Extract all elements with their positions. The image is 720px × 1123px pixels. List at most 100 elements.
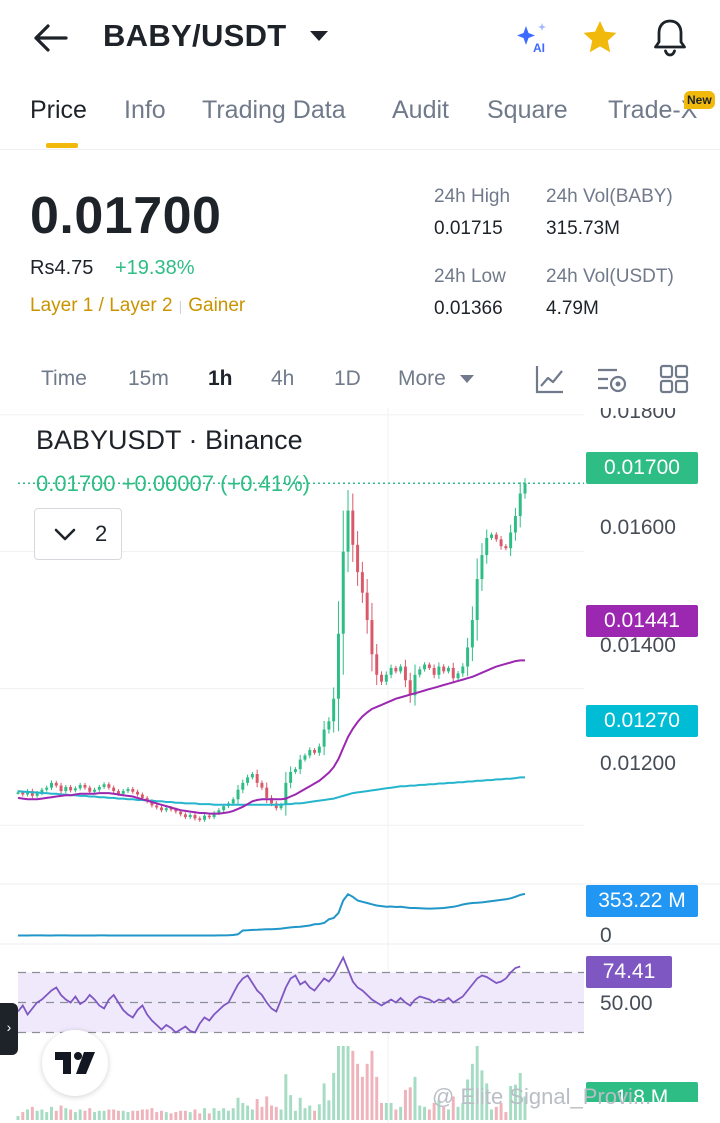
more-caret-icon[interactable] xyxy=(458,371,476,387)
candle-body xyxy=(523,483,527,494)
volume-bar xyxy=(270,1105,273,1120)
interval-1h[interactable]: 1h xyxy=(208,367,233,391)
new-badge: New xyxy=(684,91,715,109)
candle-body xyxy=(317,746,321,753)
volume-bar xyxy=(116,1110,120,1120)
bell-icon[interactable] xyxy=(650,16,690,58)
candle-body xyxy=(207,815,211,818)
volume-bar xyxy=(317,1104,321,1120)
candle-body xyxy=(365,592,369,621)
interval-4h[interactable]: 4h xyxy=(271,367,294,391)
candle-body xyxy=(88,787,92,792)
candle-body xyxy=(446,667,450,672)
tab-info[interactable]: Info xyxy=(124,96,166,125)
candle-body xyxy=(389,667,393,675)
volume-bar xyxy=(327,1100,331,1120)
volume-bar xyxy=(332,1072,336,1120)
volume-bar xyxy=(164,1112,168,1120)
ma-fast-tag: 0.01441 xyxy=(586,605,698,637)
chevron-down-icon xyxy=(54,528,76,541)
category-tags: Layer 1 / Layer 2 | Gainer xyxy=(30,295,245,317)
candle-body xyxy=(403,666,407,681)
candle-body xyxy=(102,784,106,787)
chart-settings-icon[interactable] xyxy=(595,362,629,396)
rsi-mid-label: 50.00 xyxy=(600,992,653,1015)
tag-layer[interactable]: Layer 1 / Layer 2 xyxy=(30,295,173,316)
volume-bar xyxy=(380,1102,383,1120)
volume-zero-label: 0 xyxy=(600,924,612,947)
candle-body xyxy=(432,667,436,675)
interval-more[interactable]: More xyxy=(398,367,446,391)
low-value: 0.01366 xyxy=(434,298,503,319)
interval-bar: Time 15m 1h 4h 1D More xyxy=(0,355,720,405)
tab-price[interactable]: Price xyxy=(30,96,87,125)
volume-bar xyxy=(504,1112,508,1120)
volume-bar xyxy=(365,1063,369,1120)
tab-trading-data[interactable]: Trading Data xyxy=(202,96,346,125)
volume-bar xyxy=(217,1110,221,1120)
candle-body xyxy=(112,787,116,792)
high-value: 0.01715 xyxy=(434,218,503,239)
last-price: 0.01700 xyxy=(30,187,222,245)
interval-15m[interactable]: 15m xyxy=(128,367,169,391)
volume-bar xyxy=(250,1109,254,1120)
volume-bar xyxy=(246,1105,250,1120)
tag-gainer[interactable]: Gainer xyxy=(188,295,245,316)
volume-bar xyxy=(40,1109,44,1120)
candle-body xyxy=(442,666,446,672)
volume-bar xyxy=(313,1110,317,1120)
volume-bar xyxy=(78,1109,82,1120)
volume-bar xyxy=(26,1109,30,1120)
candle-body xyxy=(513,516,517,533)
tab-square[interactable]: Square xyxy=(487,96,568,125)
pair-title[interactable]: BABY/USDT xyxy=(103,18,287,54)
caret-down-icon[interactable] xyxy=(308,26,330,46)
volume-bar xyxy=(231,1108,235,1120)
volume-bar xyxy=(389,1102,393,1120)
volume-bar xyxy=(140,1109,144,1120)
layout-grid-icon[interactable] xyxy=(657,362,691,396)
candle-body xyxy=(121,791,125,794)
volume-bar xyxy=(298,1097,302,1120)
interval-1d[interactable]: 1D xyxy=(334,367,361,391)
volume-bar xyxy=(30,1106,34,1120)
candle-body xyxy=(308,750,312,756)
side-drawer-handle[interactable]: › xyxy=(0,1003,18,1055)
volume-bar xyxy=(308,1105,312,1120)
candle-body xyxy=(16,792,20,794)
chart-symbol-title: BABYUSDT · Binance xyxy=(36,425,303,455)
candle-body xyxy=(408,680,412,696)
candle-body xyxy=(423,664,427,670)
candle-body xyxy=(475,579,479,621)
candle-body xyxy=(222,806,226,811)
star-icon[interactable] xyxy=(580,18,620,58)
ai-sparkle-icon[interactable]: AI xyxy=(514,20,554,56)
tab-audit[interactable]: Audit xyxy=(392,96,449,125)
active-tab-indicator xyxy=(46,143,78,148)
chart-last-change: 0.01700 +0.00007 (+0.41%) xyxy=(36,471,311,496)
volume-bar xyxy=(226,1110,230,1120)
volume-bar xyxy=(284,1074,288,1120)
tradingview-logo[interactable] xyxy=(42,1030,108,1096)
collapse-indicators-button[interactable]: 2 xyxy=(34,508,122,560)
volume-bar xyxy=(121,1110,125,1120)
volume-bar xyxy=(356,1063,360,1120)
candle-body xyxy=(427,664,431,668)
indicator-chart-icon[interactable] xyxy=(533,362,567,396)
volume-bar xyxy=(341,1046,345,1120)
y-tick-label: 0.01200 xyxy=(600,752,676,775)
volume-bar xyxy=(198,1113,202,1120)
candle-body xyxy=(49,782,53,788)
candle-body xyxy=(293,769,297,772)
last-price-tag: 0.01700 xyxy=(586,452,698,484)
candle-body xyxy=(64,786,68,792)
back-arrow-icon[interactable] xyxy=(28,18,72,58)
volume-bar xyxy=(150,1108,154,1120)
candle-body xyxy=(284,782,288,805)
y-tick-label: 0.01600 xyxy=(600,516,676,539)
candle-body xyxy=(93,789,97,792)
candle-body xyxy=(360,572,364,593)
volume-bar xyxy=(384,1102,388,1120)
volume-bar xyxy=(360,1076,364,1120)
interval-time[interactable]: Time xyxy=(41,367,87,391)
